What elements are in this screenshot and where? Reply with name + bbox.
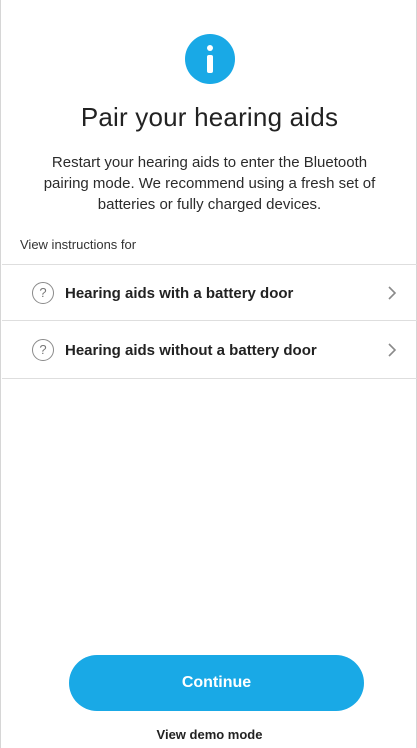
divider bbox=[2, 378, 417, 379]
view-demo-mode-link[interactable]: View demo mode bbox=[1, 727, 417, 742]
screen-frame: Pair your hearing aids Restart your hear… bbox=[0, 0, 417, 748]
info-icon bbox=[185, 34, 235, 84]
option-label: Hearing aids without a battery door bbox=[65, 341, 317, 359]
chevron-right-icon bbox=[388, 343, 397, 357]
option-no-battery-door[interactable]: ? Hearing aids without a battery door bbox=[2, 322, 417, 378]
chevron-right-icon bbox=[388, 286, 397, 300]
instructions-label: View instructions for bbox=[20, 237, 137, 252]
option-label: Hearing aids with a battery door bbox=[65, 284, 294, 302]
info-icon-dot bbox=[207, 45, 213, 51]
question-circle-icon: ? bbox=[32, 339, 54, 361]
divider bbox=[2, 320, 417, 321]
pairing-description: Restart your hearing aids to enter the B… bbox=[43, 154, 376, 213]
question-circle-icon: ? bbox=[32, 282, 54, 304]
continue-button[interactable]: Continue bbox=[69, 655, 364, 711]
page-title: Pair your hearing aids bbox=[80, 102, 339, 132]
option-battery-door[interactable]: ? Hearing aids with a battery door bbox=[2, 265, 417, 321]
info-icon-bar bbox=[207, 55, 213, 73]
